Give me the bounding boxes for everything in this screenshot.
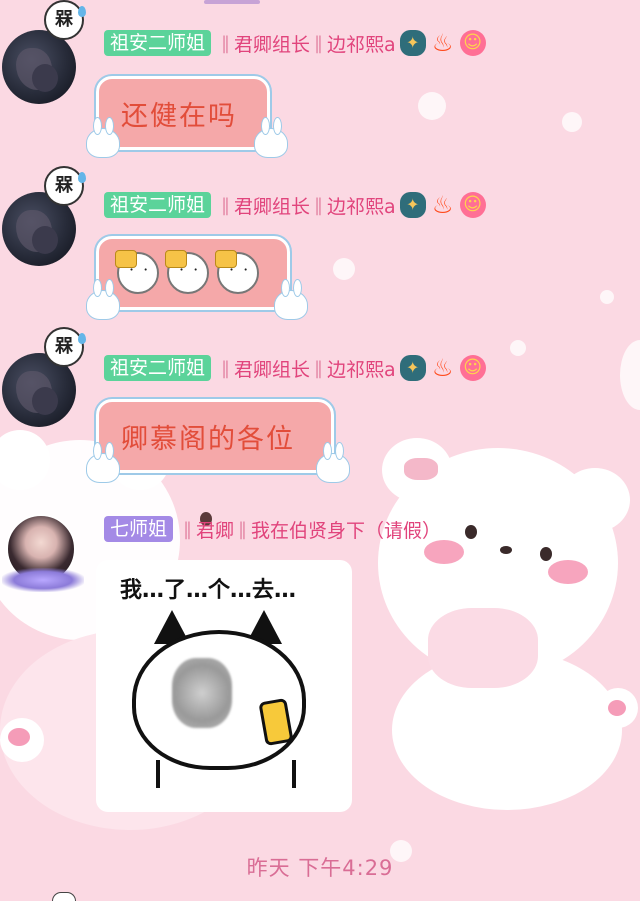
message-text: 还健在吗 <box>121 100 237 132</box>
fire-icon: ♨ <box>431 191 454 219</box>
message-text: 卿慕阁的各位 <box>121 423 295 455</box>
cat-leg-line <box>156 760 160 788</box>
blurred-face-icon <box>172 658 232 728</box>
cat-leg-line <box>292 760 296 788</box>
bubble-bunny-icon <box>86 279 120 320</box>
member-title: 边祁熙a <box>327 358 396 381</box>
bubble-bunny-icon <box>274 279 308 320</box>
sender-name-tag[interactable]: 祖安二师姐 <box>104 355 212 381</box>
fire-icon: ♨ <box>431 354 454 382</box>
dragon-badge-icon: ✦ <box>399 192 426 218</box>
message-bubble[interactable] <box>94 234 292 312</box>
beer-face-emoji-icon <box>115 250 159 294</box>
sender-nameline: 七师姐 ‖ 君卿 ‖ 我在伯贤身下（请假） <box>104 514 441 544</box>
sender-name-tag[interactable]: 祖安二师姐 <box>104 30 212 56</box>
sticker-caption: 我…了…个…去… <box>120 578 297 603</box>
sender-name-tag[interactable]: 祖安二师姐 <box>104 192 212 218</box>
dragon-badge-icon: ✦ <box>399 355 426 381</box>
group-title: 君卿组长 <box>234 33 311 56</box>
message-bubble[interactable]: 还健在吗 <box>94 74 272 152</box>
sender-avatar[interactable] <box>2 514 84 592</box>
bubble-bunny-icon <box>86 117 120 158</box>
next-avatar-pendant-peek <box>52 892 76 901</box>
sender-name-tag[interactable]: 七师姐 <box>104 516 174 542</box>
sender-avatar[interactable] <box>2 30 76 104</box>
avatar-pendant: 槑 <box>44 166 86 206</box>
smiley-icon: ☺ <box>459 30 486 56</box>
message-3: 槑 祖安二师姐 ‖ 君卿组长 ‖ 边祁熙a ✦ ♨ ☺ 卿慕阁的各位 <box>0 325 640 495</box>
avatar-pendant: 槑 <box>44 0 86 40</box>
group-title: 君卿组长 <box>234 358 311 381</box>
smiley-icon: ☺ <box>459 192 486 218</box>
avatar-wings-decoration <box>2 568 84 592</box>
message-2: 槑 祖安二师姐 ‖ 君卿组长 ‖ 边祁熙a ✦ ♨ ☺ <box>0 162 640 332</box>
chat-panel[interactable]: 槑 祖安二师姐 ‖ 君卿组长 ‖ 边祁熙a ✦ ♨ ☺ 还健在吗 槑 祖安二师姐… <box>0 0 640 901</box>
bubble-bunny-icon <box>86 442 120 483</box>
group-title: 君卿 <box>196 519 235 542</box>
smiley-icon: ☺ <box>459 355 486 381</box>
sender-nameline: 祖安二师姐 ‖ 君卿组长 ‖ 边祁熙a ✦ ♨ ☺ <box>104 28 486 58</box>
member-title: 边祁熙a <box>327 195 396 218</box>
message-timestamp: 昨天 下午4:29 <box>246 856 394 880</box>
sticker-message[interactable]: 我…了…个…去… <box>96 560 352 812</box>
group-title: 君卿组长 <box>234 195 311 218</box>
sender-nameline: 祖安二师姐 ‖ 君卿组长 ‖ 边祁熙a ✦ ♨ ☺ <box>104 353 486 383</box>
avatar-pendant: 槑 <box>44 327 86 367</box>
beer-face-emoji-icon <box>165 250 209 294</box>
message-1: 槑 祖安二师姐 ‖ 君卿组长 ‖ 边祁熙a ✦ ♨ ☺ 还健在吗 <box>0 0 640 170</box>
member-title: 边祁熙a <box>327 33 396 56</box>
message-bubble[interactable]: 卿慕阁的各位 <box>94 397 336 475</box>
member-title: 我在伯贤身下（请假） <box>251 519 442 542</box>
dragon-badge-icon: ✦ <box>399 30 426 56</box>
bubble-bunny-icon <box>254 117 288 158</box>
fire-icon: ♨ <box>431 29 454 57</box>
beer-face-emoji-icon <box>215 250 259 294</box>
sender-nameline: 祖安二师姐 ‖ 君卿组长 ‖ 边祁熙a ✦ ♨ ☺ <box>104 190 486 220</box>
bubble-bunny-icon <box>316 442 350 483</box>
